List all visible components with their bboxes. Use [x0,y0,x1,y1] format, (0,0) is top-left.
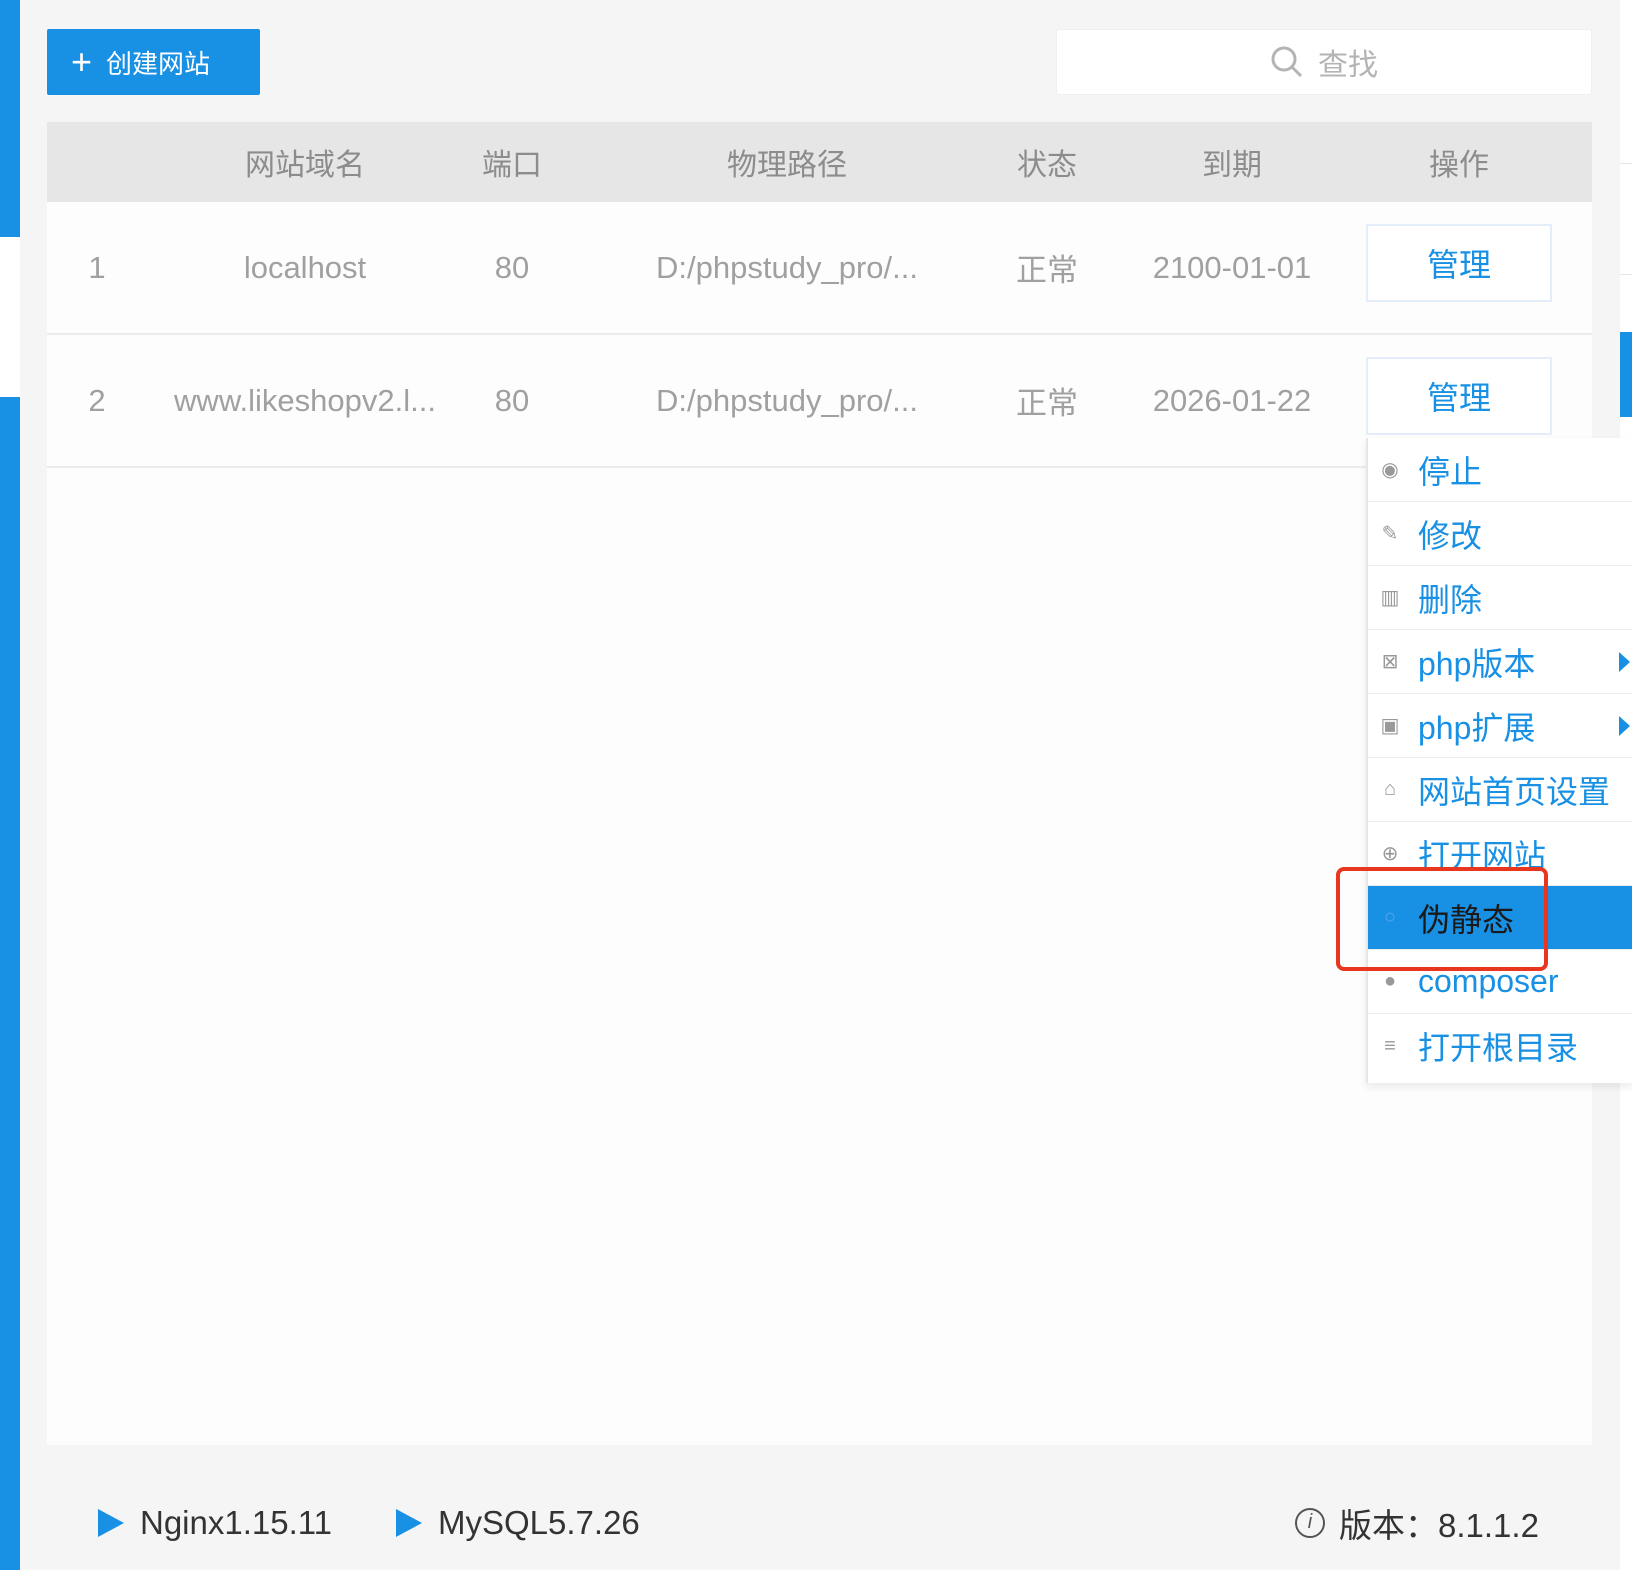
sidebar-strip-bottom [0,397,20,1570]
menu-item-delete[interactable]: ▥ 删除 [1368,566,1632,630]
menu-item-label: 打开根目录 [1418,1030,1579,1066]
search-icon [1271,46,1303,78]
menu-item-label: 修改 [1418,517,1483,554]
header-action: 操作 [1429,149,1489,182]
menu-item-label: 伪静态 [1418,901,1515,938]
header-status: 状态 [1017,149,1077,182]
search-placeholder: 查找 [1318,49,1378,82]
play-icon [98,1508,124,1537]
php-version-icon: ⊠ [1381,651,1399,673]
status-bar: Nginx1.15.11 MySQL5.7.26 i 版本：8.1.1.2 [20,1475,1620,1570]
create-site-button[interactable]: + 创建网站 [47,29,260,95]
menu-item-label: php扩展 [1418,709,1536,746]
mysql-label: MySQL5.7.26 [438,1503,640,1541]
menu-item-open-site[interactable]: ⊕ 打开网站 [1368,822,1632,886]
site-table: 网站域名 端口 物理路径 状态 到期 操作 1 localhost 80 D:/… [47,122,1592,1445]
menu-item-label: 删除 [1418,581,1483,618]
pencil-icon: ✎ [1381,523,1399,545]
manage-button[interactable]: 管理 [1366,224,1552,302]
row-expire: 2100-01-01 [1152,249,1312,285]
menu-item-label: php版本 [1418,645,1536,682]
menu-item-rewrite[interactable]: ○ 伪静态 [1368,886,1632,950]
menu-item-label: 打开网站 [1418,837,1547,874]
menu-item-open-root[interactable]: ≡ 打开根目录 [1368,1014,1632,1078]
menu-item-home-setting[interactable]: ⌂ 网站首页设置 [1368,758,1632,822]
row-path: D:/phpstudy_pro/... [656,382,918,418]
nginx-service[interactable]: Nginx1.15.11 [98,1475,332,1570]
submenu-arrow-icon [1619,716,1630,736]
menu-item-label: 停止 [1418,453,1483,490]
menu-item-label: composer [1418,963,1559,999]
play-icon [396,1508,422,1537]
app-window: + 创建网站 查找 网站域名 端口 物理路径 状态 到期 操作 1 localh… [0,0,1632,1582]
manage-button[interactable]: 管理 [1366,357,1552,435]
composer-icon: ● [1383,970,1397,992]
sidebar-strip-top [0,0,20,237]
search-input[interactable]: 查找 [1056,29,1592,95]
menu-item-label: 网站首页设置 [1418,773,1611,810]
right-blue-tab [1620,332,1632,417]
submenu-arrow-icon [1619,652,1630,672]
row-status: 正常 [1016,253,1078,288]
row-domain: www.likeshopv2.l... [174,382,436,418]
row-index: 2 [88,382,106,418]
globe-icon: ⊕ [1381,843,1399,865]
menu-item-composer[interactable]: ● composer [1368,950,1632,1014]
plus-icon: + [71,41,93,82]
row-index: 1 [88,249,106,285]
right-divider [1620,163,1632,164]
list-icon: ≡ [1384,1034,1396,1057]
row-domain: localhost [243,249,367,285]
row-port: 80 [494,249,530,285]
menu-item-php-extension[interactable]: ▣ php扩展 [1368,694,1632,758]
header-port: 端口 [482,149,542,182]
version-label: 版本：8.1.1.2 [1339,1506,1539,1544]
right-divider [1620,274,1632,275]
create-site-label: 创建网站 [106,48,211,79]
row-port: 80 [494,382,530,418]
menu-item-stop[interactable]: ◉ 停止 [1368,438,1632,502]
row-expire: 2026-01-22 [1152,382,1312,418]
table-row: 1 localhost 80 D:/phpstudy_pro/... 正常 21… [47,202,1592,335]
info-icon: i [1295,1507,1325,1538]
php-extension-icon: ▣ [1380,715,1400,737]
header-path: 物理路径 [727,149,847,182]
stop-icon: ◉ [1381,459,1399,481]
row-status: 正常 [1016,386,1078,421]
context-menu: ◉ 停止 ✎ 修改 ▥ 删除 ⊠ php版本 ▣ php扩展 ⌂ 网站首页设置 … [1366,438,1632,1083]
rewrite-icon: ○ [1383,906,1397,928]
menu-item-edit[interactable]: ✎ 修改 [1368,502,1632,566]
table-row: 2 www.likeshopv2.l... 80 D:/phpstudy_pro… [47,335,1592,468]
table-header: 网站域名 端口 物理路径 状态 到期 操作 [47,122,1592,202]
version-info: i 版本：8.1.1.2 [1295,1475,1539,1570]
header-domain: 网站域名 [245,149,365,182]
header-expire: 到期 [1202,149,1262,182]
trash-icon: ▥ [1380,587,1400,609]
row-path: D:/phpstudy_pro/... [656,249,918,285]
menu-item-php-version[interactable]: ⊠ php版本 [1368,630,1632,694]
nginx-label: Nginx1.15.11 [140,1503,333,1541]
home-icon: ⌂ [1383,778,1397,800]
mysql-service[interactable]: MySQL5.7.26 [396,1475,640,1570]
